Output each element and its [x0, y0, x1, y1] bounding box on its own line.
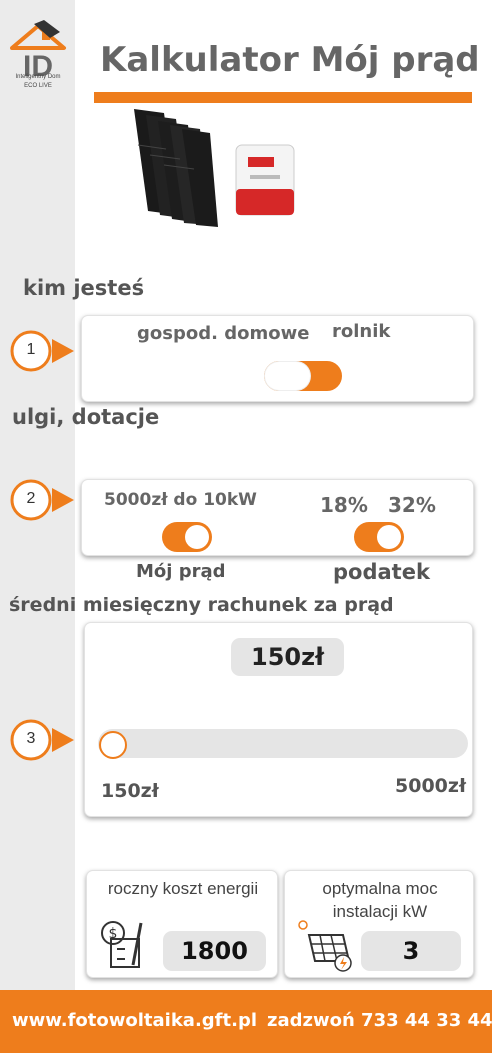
footer-phone-link[interactable]: zadzwoń 733 44 33 44: [267, 1010, 492, 1031]
bill-slider-thumb[interactable]: [99, 731, 127, 759]
page-title: Kalkulator Mój prąd: [100, 40, 480, 80]
step-arrow-icon: [10, 479, 74, 521]
bill-value-display: 150zł: [231, 638, 344, 676]
footer: www.fotowoltaika.gft.pl zadzwoń 733 44 33…: [0, 990, 492, 1053]
inverter-image: [235, 144, 295, 216]
grant-label: 5000zł do 10kW: [104, 490, 257, 510]
step-number: 3: [26, 730, 36, 747]
title-underline: [94, 92, 472, 103]
optimal-power-card: optymalna moc instalacji kW 3: [284, 870, 474, 978]
step-arrow-icon: [10, 719, 74, 761]
footer-website-link[interactable]: www.fotowoltaika.gft.pl: [12, 1010, 257, 1031]
slider-max-label: 5000zł: [395, 775, 466, 797]
solar-panels-image: [134, 109, 218, 227]
footer-text: www.fotowoltaika.gft.pl zadzwoń 733 44 33…: [12, 1010, 492, 1031]
slider-min-label: 150zł: [101, 780, 159, 802]
optimal-power-value: 3: [361, 931, 461, 971]
tax-toggle[interactable]: [354, 522, 404, 552]
tax-rate-high[interactable]: 32%: [388, 493, 436, 517]
step-number: 2: [26, 490, 36, 507]
toggle-knob: [185, 525, 209, 549]
hero-image: [134, 109, 295, 227]
step-number: 1: [26, 341, 36, 358]
option-household[interactable]: gospod. domowe: [137, 323, 309, 344]
grant-toggle-label: Mój prąd: [136, 561, 226, 582]
solar-panel-bolt-icon: [298, 920, 352, 972]
logo-tagline: Inteligentny Dom ECO LIVE: [2, 73, 74, 91]
toggle-knob: [265, 362, 310, 390]
section-heading-bill: średni miesięczny rachunek za prąd: [9, 594, 394, 616]
grants-card: 5000zł do 10kW 18% 32%: [81, 479, 474, 556]
calculator-money-icon: $: [101, 921, 143, 968]
toggle-knob: [377, 525, 401, 549]
annual-cost-card: roczny koszt energii $ 1800: [86, 870, 278, 978]
step-arrow-icon: [10, 330, 74, 372]
annual-cost-title: roczny koszt energii: [107, 879, 259, 898]
step-marker-1: 1: [8, 329, 78, 373]
step-marker-2: 2: [8, 478, 78, 522]
tax-rate-low[interactable]: 18%: [320, 493, 368, 517]
grant-toggle[interactable]: [162, 522, 212, 552]
user-type-card: gospod. domowe rolnik: [81, 315, 474, 402]
annual-cost-value: 1800: [163, 931, 266, 971]
bill-slider-track[interactable]: [98, 729, 468, 758]
section-heading-who: kim jesteś: [23, 276, 145, 300]
logo-tagline-text: Inteligentny Dom ECO LIVE: [15, 74, 61, 89]
step-marker-3: 3: [8, 718, 78, 762]
user-type-toggle[interactable]: [264, 361, 342, 391]
option-farmer[interactable]: rolnik: [332, 321, 390, 342]
tax-toggle-label: podatek: [333, 560, 430, 584]
section-heading-grants: ulgi, dotacje: [12, 405, 160, 429]
